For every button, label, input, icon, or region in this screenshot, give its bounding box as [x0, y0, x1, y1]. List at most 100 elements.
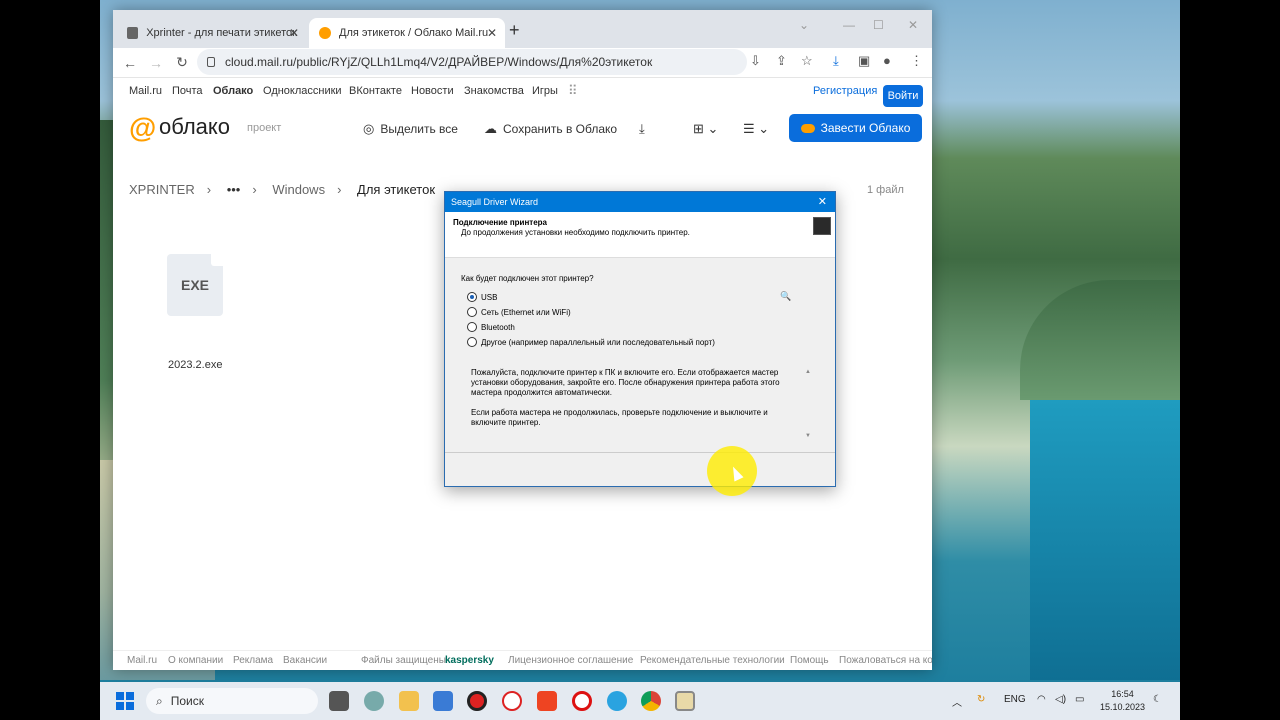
cloud-favicon-icon: [319, 27, 331, 39]
back-icon[interactable]: ←: [117, 55, 143, 71]
radio-usb[interactable]: USB: [467, 292, 497, 302]
yandex-icon[interactable]: [537, 691, 557, 711]
reload-icon[interactable]: ↻: [169, 54, 195, 71]
chevron-right-icon: ›: [206, 182, 212, 197]
explorer-icon[interactable]: [399, 691, 419, 711]
download-icon: ⤓: [639, 121, 645, 136]
breadcrumb-more[interactable]: •••: [227, 182, 241, 197]
close-tab-icon[interactable]: ✕: [289, 26, 299, 40]
taskview-icon[interactable]: [329, 691, 349, 711]
scroll-up-icon[interactable]: ▲: [805, 369, 811, 375]
yandex-browser-icon[interactable]: [502, 691, 522, 711]
close-dialog-icon[interactable]: ✕: [818, 192, 827, 212]
file-name[interactable]: 2023.2.exe: [168, 359, 222, 371]
recorder-icon[interactable]: [467, 691, 487, 711]
dialog-titlebar[interactable]: Seagull Driver Wizard ✕: [445, 192, 835, 212]
close-window-icon[interactable]: ✕: [908, 18, 918, 32]
footer-recs[interactable]: Рекомендательные технологии: [640, 655, 785, 666]
footer-help[interactable]: Помощь: [790, 655, 829, 666]
footer-mailru[interactable]: Mail.ru: [127, 655, 157, 666]
footer-license[interactable]: Лицензионное соглашение: [508, 655, 633, 666]
taskbar-search[interactable]: ⌕ Поиск: [146, 688, 318, 714]
scroll-down-icon[interactable]: ▼: [805, 433, 811, 439]
footer-about[interactable]: О компании: [168, 655, 223, 666]
clock-date: 15.10.2023: [1100, 702, 1146, 712]
update-icon[interactable]: ↻: [977, 694, 985, 705]
opera-icon[interactable]: [572, 691, 592, 711]
sort-button[interactable]: ☰ ⌄: [743, 121, 775, 137]
apps-grid-icon[interactable]: ⠿: [568, 83, 578, 99]
xprinter-favicon-icon: [127, 27, 139, 39]
volume-icon[interactable]: ◁): [1055, 694, 1066, 705]
login-button[interactable]: Войти: [883, 85, 923, 107]
language-indicator[interactable]: ENG: [1004, 694, 1026, 705]
check-circle-icon: ◎: [363, 121, 375, 136]
tab-search-icon[interactable]: ⌄: [799, 18, 809, 32]
downloads-icon[interactable]: ⤓: [833, 53, 839, 69]
forward-icon[interactable]: →: [143, 55, 169, 71]
profile-icon[interactable]: ●: [883, 53, 891, 68]
maximize-icon[interactable]: ☐: [873, 18, 884, 32]
kaspersky-logo[interactable]: kaspersky: [445, 655, 494, 666]
exe-file-icon[interactable]: EXE: [167, 254, 223, 316]
store-icon[interactable]: [433, 691, 453, 711]
breadcrumb-root[interactable]: XPRINTER: [129, 182, 195, 197]
battery-icon[interactable]: ▭: [1075, 694, 1084, 705]
nav-cloud[interactable]: Облако: [213, 85, 253, 97]
new-tab-icon[interactable]: +: [509, 20, 520, 41]
tab-xprinter[interactable]: Xprinter - для печати этикеток ✕: [117, 18, 307, 48]
menu-icon[interactable]: ⋮: [910, 53, 923, 69]
footer-jobs[interactable]: Вакансии: [283, 655, 327, 666]
radio-button[interactable]: [467, 322, 477, 332]
radio-bluetooth[interactable]: Bluetooth: [467, 322, 515, 332]
nav-mail[interactable]: Почта: [172, 85, 203, 97]
radio-other[interactable]: Другое (например параллельный или послед…: [467, 337, 715, 347]
download-button[interactable]: ⤓: [639, 121, 651, 137]
wifi-icon[interactable]: ◠: [1037, 694, 1046, 705]
share-icon[interactable]: ⇪: [776, 53, 787, 69]
telegram-icon[interactable]: [607, 691, 627, 711]
nav-games[interactable]: Игры: [532, 85, 558, 97]
create-cloud-button[interactable]: Завести Облако: [789, 114, 922, 142]
seagull-driver-wizard: Seagull Driver Wizard ✕ Подключение прин…: [444, 191, 836, 487]
nav-news[interactable]: Новости: [411, 85, 454, 97]
nav-ok[interactable]: Одноклассники: [263, 85, 342, 97]
nav-dating[interactable]: Знакомства: [464, 85, 524, 97]
dialog-subheading: До продолжения установки необходимо подк…: [461, 228, 690, 237]
nav-vk[interactable]: ВКонтакте: [349, 85, 402, 97]
radio-button[interactable]: [467, 292, 477, 302]
clock[interactable]: 16:54 15.10.2023: [1100, 688, 1145, 714]
footer-ads[interactable]: Реклама: [233, 655, 273, 666]
start-icon[interactable]: [116, 692, 134, 710]
nav-mailru[interactable]: Mail.ru: [129, 85, 162, 97]
footer-report[interactable]: Пожаловаться на кон: [839, 655, 932, 666]
radio-network[interactable]: Сеть (Ethernet или WiFi): [467, 307, 571, 317]
breadcrumb-current: Для этикеток: [357, 182, 436, 197]
minimize-icon[interactable]: —: [843, 18, 855, 32]
seagull-app-icon[interactable]: [675, 691, 695, 711]
chrome-icon[interactable]: [641, 691, 661, 711]
sidepanel-icon[interactable]: ▣: [858, 53, 870, 69]
tab-cloud[interactable]: Для этикеток / Облако Mail.ru ✕: [309, 18, 505, 48]
register-link[interactable]: Регистрация: [813, 85, 877, 97]
select-all-label: Выделить все: [380, 122, 458, 136]
install-icon[interactable]: ⇩: [750, 53, 761, 69]
tray-chevron-icon[interactable]: ︿: [952, 694, 962, 709]
radio-button[interactable]: [467, 307, 477, 317]
divider: [445, 452, 835, 453]
bookmark-star-icon[interactable]: ☆: [801, 53, 813, 69]
cloud-logo-text[interactable]: облако: [159, 114, 230, 140]
close-tab-icon[interactable]: ✕: [487, 26, 497, 40]
save-to-cloud-button[interactable]: ☁ Сохранить в Облако: [484, 121, 617, 137]
cloud-logo-icon[interactable]: @: [129, 112, 156, 144]
widgets-icon[interactable]: [364, 691, 384, 711]
select-all-button[interactable]: ◎ Выделить все: [363, 121, 458, 137]
notifications-icon[interactable]: ☾: [1153, 694, 1162, 705]
footer: Mail.ru О компании Реклама Вакансии Файл…: [113, 650, 932, 670]
view-toggle-button[interactable]: ⊞ ⌄: [693, 121, 724, 137]
address-bar[interactable]: cloud.mail.ru/public/RYjZ/QLLh1Lmq4/V2/Д…: [197, 49, 747, 75]
grid-view-icon: ⊞ ⌄: [693, 121, 719, 136]
radio-button[interactable]: [467, 337, 477, 347]
search-icon: ⌕: [156, 693, 163, 708]
breadcrumb-windows[interactable]: Windows: [272, 182, 325, 197]
